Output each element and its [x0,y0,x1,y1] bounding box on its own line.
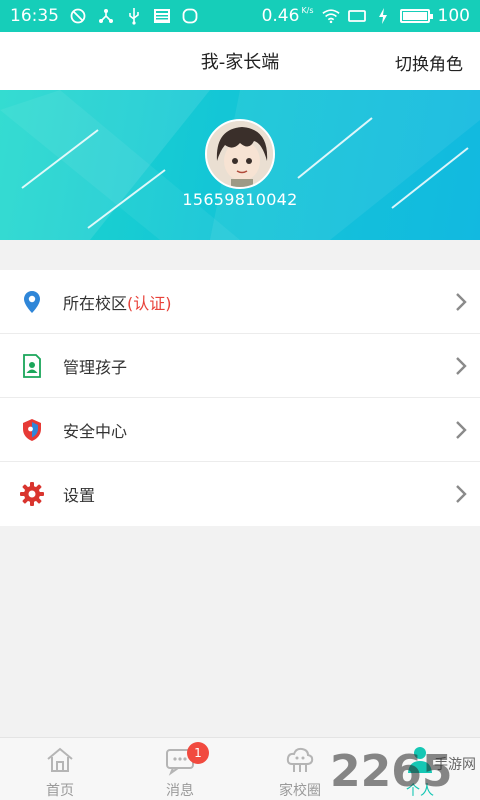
chevron-right-icon [454,292,468,312]
tab-messages-label: 消息 [166,783,194,799]
tab-home[interactable]: 首页 [0,738,120,800]
usb-icon [125,7,143,25]
battery-fill [402,12,427,20]
switch-role-button[interactable]: 切换角色 [395,50,463,75]
charging-icon [374,7,392,25]
profile-banner: 15659810042 [0,90,480,240]
menu-item-security-center-label: 安全中心 [63,421,128,441]
tab-messages[interactable]: 1 消息 [120,738,240,800]
menu-item-settings-label: 设置 [63,486,96,505]
chevron-right-icon [454,484,468,504]
news-icon [153,7,171,25]
status-bar: 16:35 0.46 K/s 100 [0,0,480,32]
home-icon [44,744,76,776]
do-not-disturb-icon [69,7,87,25]
avatar[interactable] [205,119,275,189]
network-speed: 0.46 K/s [262,6,314,26]
watermark: 2265 手游网 [330,744,480,800]
campus-label-text: 所在校区 [63,293,128,313]
shield-icon [19,417,45,443]
battery-icon [399,9,433,23]
verify-status[interactable]: (认证) [127,294,172,313]
menu-item-campus-label: 所在校区(认证) [63,290,172,314]
screen-icon [347,7,366,25]
menu-item-manage-children[interactable]: 管理孩子 [0,334,480,398]
wifi-icon [321,7,340,25]
sync-icon [181,7,199,25]
watermark-text: 手游网 [434,757,476,773]
menu-item-campus[interactable]: 所在校区(认证) [0,270,480,334]
unread-badge: 1 [187,742,209,764]
menu-item-settings[interactable]: 设置 [0,462,480,526]
chevron-right-icon [454,356,468,376]
chevron-right-icon [454,420,468,440]
child-card-icon [19,353,45,379]
network-speed-unit: K/s [301,6,314,15]
battery-level: 100 [437,6,470,26]
location-pin-icon [19,289,45,315]
share-icon [97,7,115,25]
school-circle-icon [284,744,316,776]
network-speed-value: 0.46 [261,6,300,26]
profile-menu: 所在校区(认证) 管理孩子 安全中心 设置 [0,270,480,526]
top-nav-bar: 我-家长端 切换角色 [0,32,480,90]
tab-home-label: 首页 [46,783,74,799]
phone-number: 15659810042 [182,190,298,209]
menu-item-security-center[interactable]: 安全中心 [0,398,480,462]
tab-school-circle-label: 家校圈 [279,783,321,799]
page-title: 我-家长端 [200,52,280,73]
menu-item-manage-children-label: 管理孩子 [63,357,128,377]
status-time: 16:35 [10,6,59,26]
gear-icon [19,481,45,507]
